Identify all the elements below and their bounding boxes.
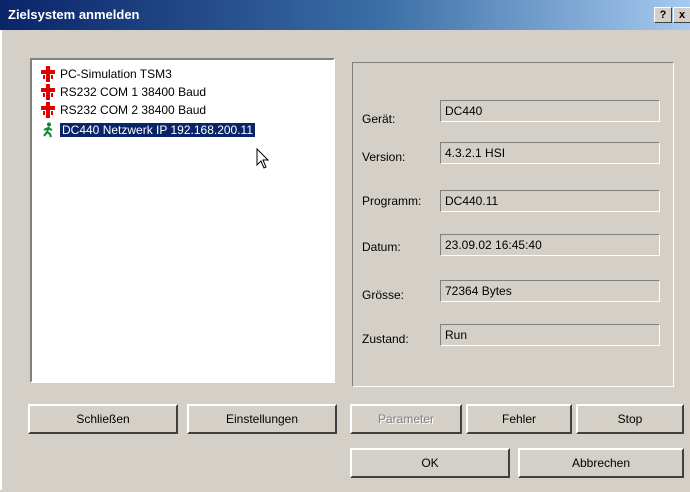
plug-red-icon (41, 84, 55, 100)
window-title: Zielsystem anmelden (8, 7, 140, 22)
title-bar: Zielsystem anmelden ? x (0, 0, 690, 30)
list-item[interactable]: RS232 COM 2 38400 Baud (40, 102, 206, 118)
close-button[interactable]: x (673, 7, 690, 23)
programm-field: DC440.11 (440, 190, 660, 212)
datum-label: Datum: (362, 240, 401, 254)
geraet-field: DC440 (440, 100, 660, 122)
schliessen-button[interactable]: Schließen (28, 404, 178, 434)
datum-field: 23.09.02 16:45:40 (440, 234, 660, 256)
plug-red-icon (41, 66, 55, 82)
version-label: Version: (362, 150, 406, 164)
list-item[interactable]: PC-Simulation TSM3 (40, 66, 172, 82)
version-field: 4.3.2.1 HSI (440, 142, 660, 164)
parameter-button[interactable]: Parameter (350, 404, 462, 434)
zustand-field: Run (440, 324, 660, 346)
geraet-label: Gerät: (362, 112, 396, 126)
stop-button[interactable]: Stop (576, 404, 684, 434)
list-item-label: RS232 COM 2 38400 Baud (60, 103, 207, 117)
target-list[interactable]: PC-Simulation TSM3 RS232 COM 1 38400 Bau… (30, 58, 335, 383)
list-item[interactable]: RS232 COM 1 38400 Baud (40, 84, 206, 100)
fehler-button[interactable]: Fehler (466, 404, 572, 434)
list-item-label: RS232 COM 1 38400 Baud (60, 85, 207, 99)
groesse-label: Grösse: (362, 288, 405, 302)
ok-button[interactable]: OK (350, 448, 510, 478)
list-item-label: DC440 Netzwerk IP 192.168.200.11 (60, 123, 256, 137)
mouse-cursor-icon (256, 148, 270, 169)
einstellungen-button[interactable]: Einstellungen (187, 404, 337, 434)
list-item-label: PC-Simulation TSM3 (60, 67, 172, 81)
abbrechen-button[interactable]: Abbrechen (518, 448, 684, 478)
plug-red-icon (41, 102, 55, 118)
groesse-field: 72364 Bytes (440, 280, 660, 302)
list-item-selected[interactable]: DC440 Netzwerk IP 192.168.200.11 (40, 122, 256, 138)
running-man-green-icon (43, 122, 53, 138)
zustand-label: Zustand: (362, 332, 409, 346)
help-button[interactable]: ? (654, 7, 672, 23)
programm-label: Programm: (362, 194, 422, 208)
